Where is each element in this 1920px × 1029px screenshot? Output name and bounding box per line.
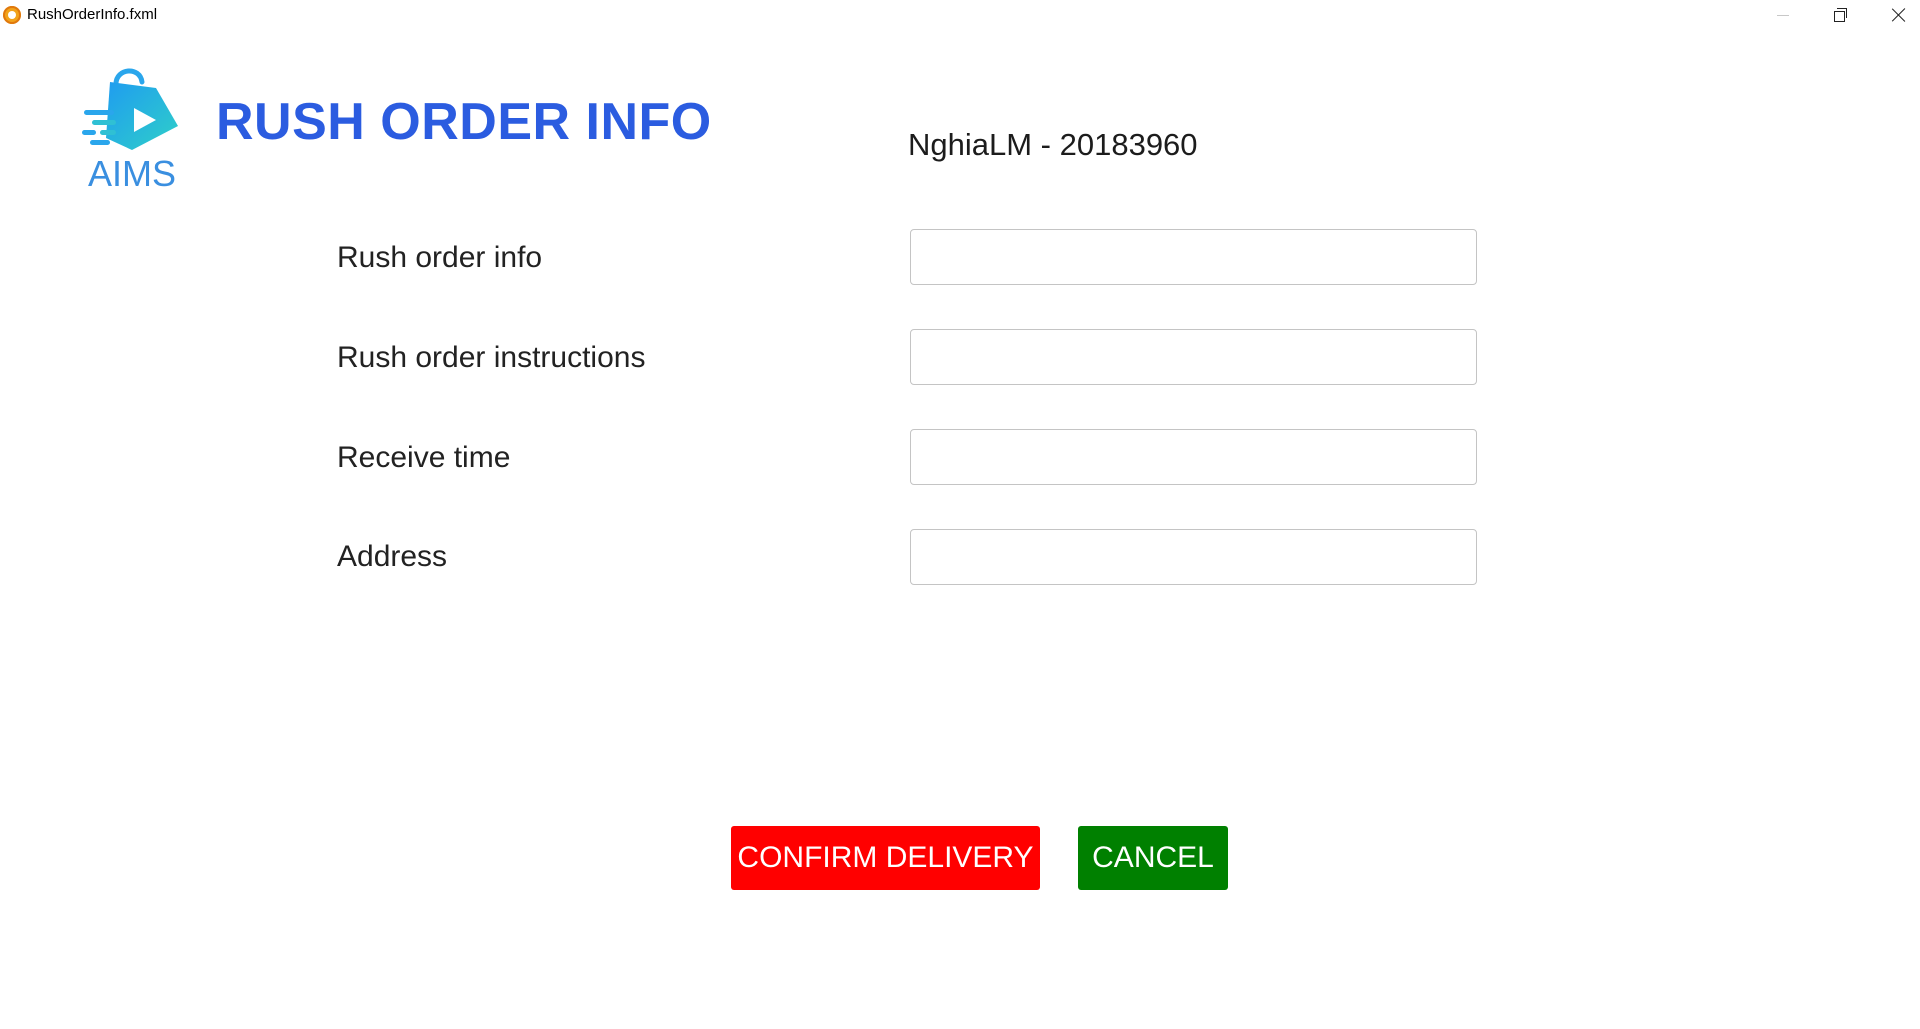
address-label: Address [337,540,448,573]
rush-order-instructions-input[interactable] [910,329,1477,385]
rush-order-info-label: Rush order info [337,241,543,274]
application-window: RushOrderInfo.fxml AIMS RUSH ORDER INFO … [0,0,1920,1029]
restore-icon [1834,8,1848,22]
cancel-button[interactable]: CANCEL [1078,826,1228,890]
close-icon [1892,8,1906,22]
window-title: RushOrderInfo.fxml [27,6,158,23]
minimize-icon [1777,14,1789,16]
rush-order-instructions-label: Rush order instructions [337,341,646,374]
logo-text: AIMS [87,153,176,194]
title-bar: RushOrderInfo.fxml [0,0,1920,30]
rush-order-info-input[interactable] [910,229,1477,285]
app-icon [3,6,21,24]
restore-button[interactable] [1812,0,1870,30]
aims-logo: AIMS [80,62,184,194]
minimize-button[interactable] [1754,0,1812,30]
receive-time-label: Receive time [337,441,511,474]
page-title: RUSH ORDER INFO [216,93,712,151]
student-info: NghiaLM - 20183960 [908,127,1198,162]
shopping-bag-play-icon [82,68,178,150]
confirm-delivery-button[interactable]: CONFIRM DELIVERY [731,826,1040,890]
receive-time-input[interactable] [910,429,1477,485]
close-button[interactable] [1870,0,1920,30]
address-input[interactable] [910,529,1477,585]
